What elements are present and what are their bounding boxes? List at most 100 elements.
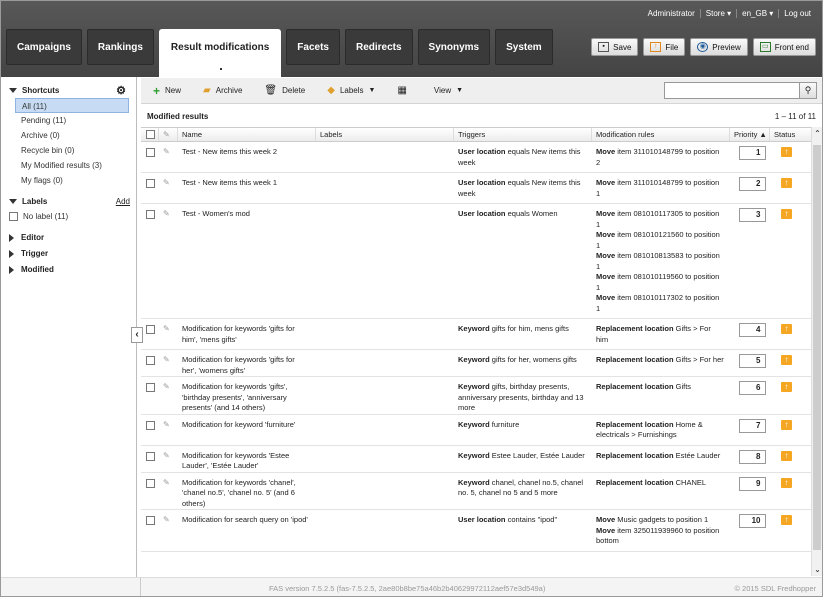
- status-up-icon[interactable]: ↑: [781, 419, 792, 430]
- row-checkbox[interactable]: [146, 179, 155, 188]
- table-row[interactable]: ✎ Test - Women's mod User location equals …: [141, 204, 811, 319]
- row-name[interactable]: Modification for keywords 'gifts', 'birt…: [178, 377, 316, 414]
- table-row[interactable]: ✎ Test - New items this week 1 User locati…: [141, 173, 811, 204]
- save-button[interactable]: ▪ Save: [591, 38, 639, 56]
- priority-input[interactable]: 8: [738, 449, 766, 464]
- tab-facets[interactable]: Facets: [286, 29, 340, 65]
- priority-input[interactable]: 6: [738, 381, 766, 395]
- row-name[interactable]: Modification for keywords 'gifts for him…: [178, 319, 316, 349]
- tab-rankings[interactable]: Rankings: [86, 29, 154, 65]
- col-labels[interactable]: Labels: [316, 128, 454, 141]
- trigger-section[interactable]: Trigger: [1, 246, 136, 261]
- row-checkbox[interactable]: [146, 451, 155, 461]
- tab-system[interactable]: System: [495, 29, 553, 65]
- col-triggers[interactable]: Triggers: [454, 128, 592, 141]
- shortcuts-header[interactable]: Shortcuts ⚙: [1, 83, 136, 98]
- tab-result-modifications[interactable]: Result modifications: [158, 29, 282, 77]
- select-all-checkbox[interactable]: [146, 130, 155, 139]
- table-row[interactable]: ✎ Modification for keywords 'gifts', 'bir…: [141, 377, 811, 415]
- priority-input[interactable]: 7: [738, 418, 766, 433]
- status-up-icon[interactable]: ↑: [781, 450, 792, 461]
- table-row[interactable]: ✎ Test - New items this week 2 User locati…: [141, 142, 811, 173]
- locale-menu[interactable]: en_GB ▾: [736, 9, 778, 18]
- flag-icon[interactable]: ✎: [163, 420, 170, 431]
- label-item[interactable]: No label (11): [1, 209, 136, 224]
- priority-input[interactable]: 1: [738, 146, 766, 160]
- shortcut-recycle-bin[interactable]: Recycle bin (0): [1, 143, 136, 158]
- row-name[interactable]: Modification for search query on 'ipod': [178, 510, 316, 551]
- status-up-icon[interactable]: ↑: [781, 382, 792, 392]
- flag-icon[interactable]: ✎: [163, 324, 170, 335]
- tab-synonyms[interactable]: Synonyms: [417, 29, 491, 65]
- row-name[interactable]: Modification for keywords 'chanel', 'cha…: [178, 473, 316, 510]
- flag-icon[interactable]: ✎: [163, 147, 170, 158]
- shortcut-my-flags[interactable]: My flags (0): [1, 173, 136, 188]
- user-menu[interactable]: Administrator: [643, 9, 700, 18]
- table-row[interactable]: ✎ Modification for keywords 'chanel', 'ch…: [141, 473, 811, 510]
- store-menu[interactable]: Store ▾: [699, 9, 736, 18]
- col-name[interactable]: Name: [178, 128, 316, 141]
- row-checkbox[interactable]: [146, 325, 155, 334]
- search-icon[interactable]: ⚲: [800, 82, 817, 99]
- logout-link[interactable]: Log out: [778, 9, 816, 18]
- row-checkbox[interactable]: [146, 148, 155, 157]
- row-name[interactable]: Modification for keywords 'Estee Lauder'…: [178, 446, 316, 472]
- table-row[interactable]: ✎ Modification for keywords 'Estee Lauder…: [141, 446, 811, 473]
- shortcut-my-modified[interactable]: My Modified results (3): [1, 158, 136, 173]
- status-up-icon[interactable]: ↑: [781, 477, 792, 488]
- status-up-icon[interactable]: ↑: [781, 515, 792, 525]
- front-end-button[interactable]: ▭ Front end: [752, 38, 816, 56]
- flag-icon[interactable]: ✎: [163, 209, 170, 220]
- view-button[interactable]: View ▼: [434, 86, 463, 95]
- new-button[interactable]: + New: [153, 84, 181, 98]
- priority-input[interactable]: 2: [738, 177, 766, 191]
- row-name[interactable]: Modification for keyword 'furniture': [178, 415, 316, 445]
- priority-input[interactable]: 5: [738, 354, 766, 368]
- table-row[interactable]: ✎ Modification for keyword 'furniture' Key…: [141, 415, 811, 446]
- flag-icon[interactable]: ✎: [163, 451, 170, 462]
- archive-button[interactable]: ▰ Archive: [203, 85, 242, 96]
- status-up-icon[interactable]: ↑: [781, 355, 792, 365]
- priority-input[interactable]: 4: [738, 323, 766, 337]
- scroll-down-icon[interactable]: ⌄: [813, 565, 822, 574]
- row-checkbox[interactable]: [146, 516, 155, 525]
- gear-icon[interactable]: ⚙: [116, 84, 126, 97]
- modified-section[interactable]: Modified: [1, 262, 136, 277]
- flag-icon[interactable]: ✎: [163, 355, 170, 366]
- col-priority[interactable]: Priority ▲: [730, 128, 770, 141]
- shortcut-archive[interactable]: Archive (0): [1, 128, 136, 143]
- tab-campaigns[interactable]: Campaigns: [6, 29, 82, 65]
- priority-input[interactable]: 10: [738, 514, 766, 528]
- row-checkbox[interactable]: [146, 356, 155, 365]
- calendar-button[interactable]: ▦: [397, 85, 411, 96]
- status-up-icon[interactable]: ↑: [781, 178, 792, 188]
- status-up-icon[interactable]: ↑: [781, 324, 792, 334]
- row-name[interactable]: Test - Women's mod: [178, 204, 316, 318]
- priority-input[interactable]: 9: [738, 476, 766, 491]
- status-up-icon[interactable]: ↑: [781, 209, 792, 219]
- scrollbar-thumb[interactable]: [813, 145, 821, 550]
- flag-icon[interactable]: ✎: [163, 478, 170, 489]
- row-name[interactable]: Modification for keywords 'gifts for her…: [178, 350, 316, 376]
- table-row[interactable]: ✎ Modification for search query on 'ipod'…: [141, 510, 811, 552]
- row-checkbox[interactable]: [146, 478, 155, 488]
- delete-button[interactable]: 🗑 Delete: [264, 85, 305, 96]
- priority-input[interactable]: 3: [738, 208, 766, 222]
- row-name[interactable]: Test - New items this week 1: [178, 173, 316, 203]
- row-checkbox[interactable]: [146, 210, 155, 219]
- flag-icon[interactable]: ✎: [163, 515, 170, 526]
- preview-button[interactable]: ◉ Preview: [690, 38, 748, 56]
- col-modification-rules[interactable]: Modification rules: [592, 128, 730, 141]
- file-button[interactable]: ↑ File: [643, 38, 686, 56]
- table-row[interactable]: ✎ Modification for keywords 'gifts for hi…: [141, 319, 811, 350]
- shortcut-all[interactable]: All (11): [15, 98, 129, 113]
- status-up-icon[interactable]: ↑: [781, 147, 792, 157]
- scroll-up-icon[interactable]: ⌃: [813, 129, 822, 138]
- row-checkbox[interactable]: [146, 420, 155, 430]
- editor-section[interactable]: Editor: [1, 230, 136, 245]
- labels-header[interactable]: Labels Add: [1, 194, 136, 209]
- search-input[interactable]: [664, 82, 800, 99]
- grid-scrollbar[interactable]: ⌃ ⌄: [811, 127, 822, 576]
- shortcut-pending[interactable]: Pending (11): [1, 113, 136, 128]
- flag-icon[interactable]: ✎: [163, 178, 170, 189]
